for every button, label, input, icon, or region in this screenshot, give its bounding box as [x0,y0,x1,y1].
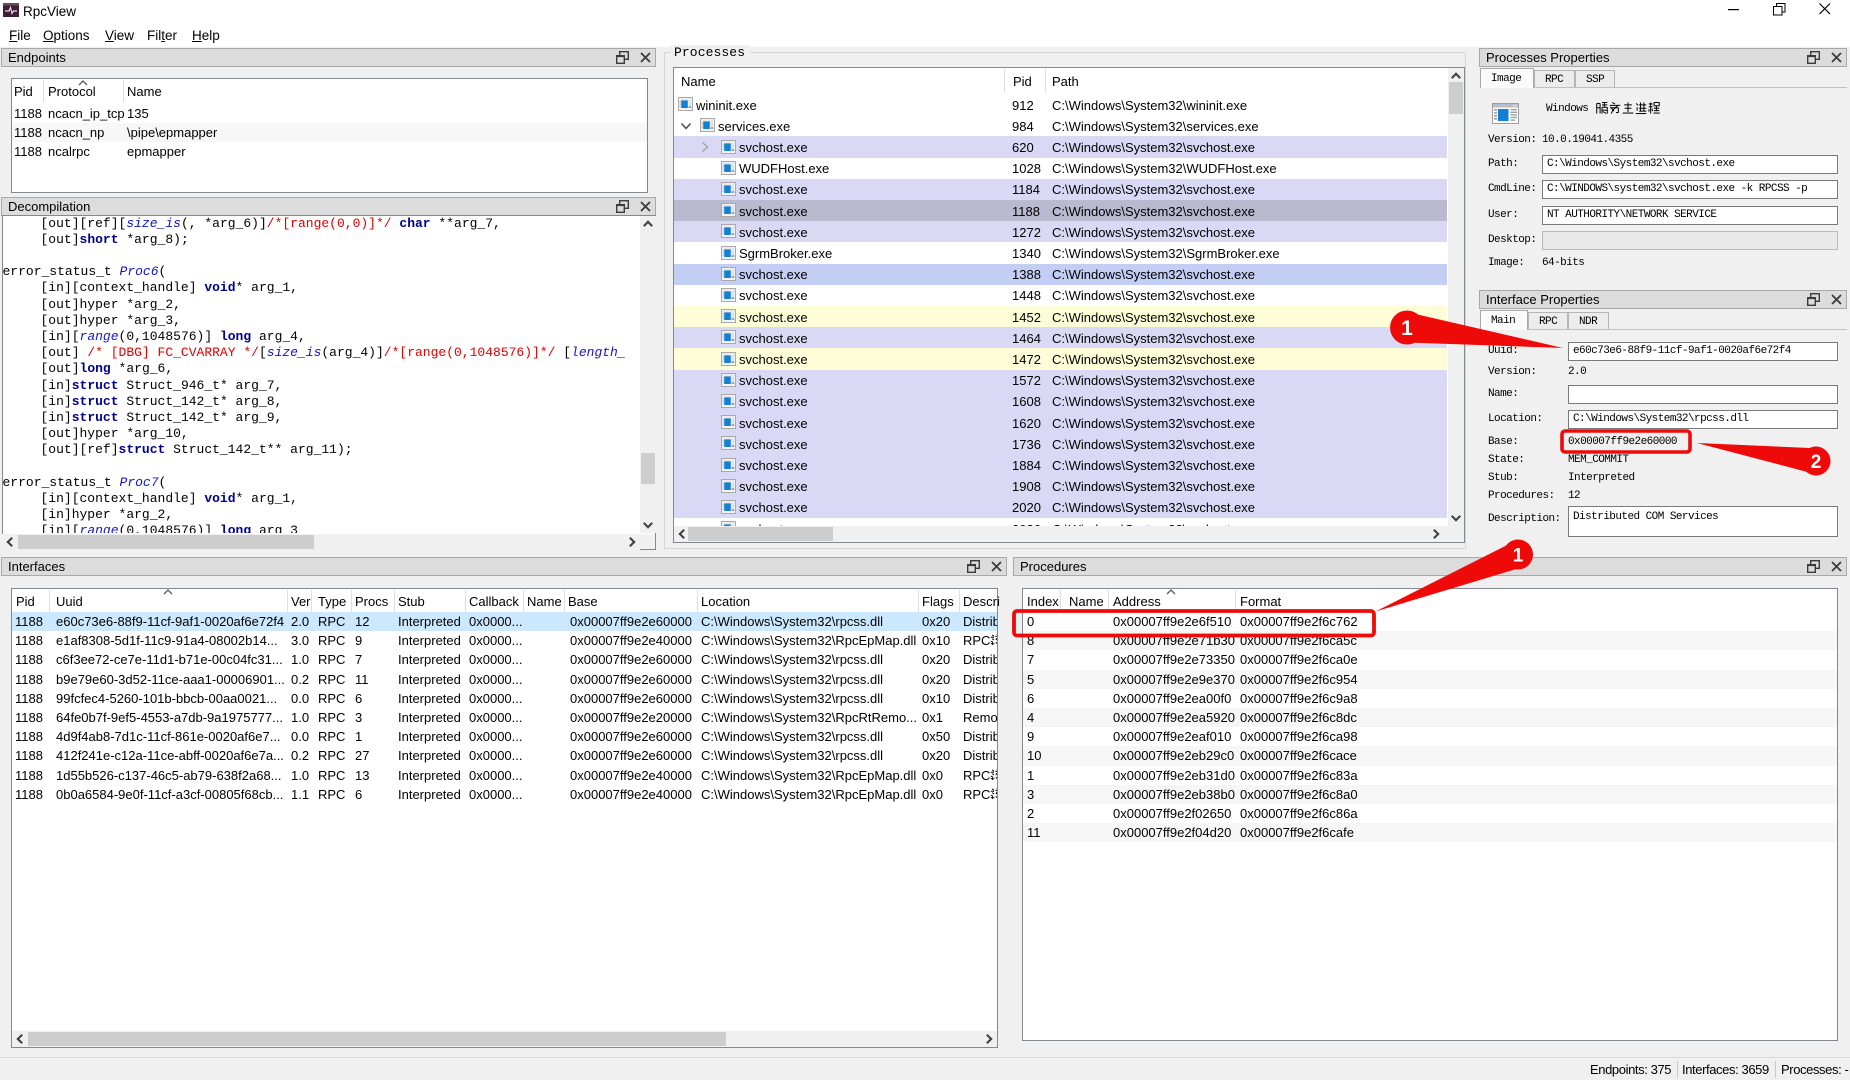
svg-text:1: 1 [1513,545,1524,566]
svg-text:2: 2 [1811,452,1822,473]
svg-text:1: 1 [1401,317,1413,340]
